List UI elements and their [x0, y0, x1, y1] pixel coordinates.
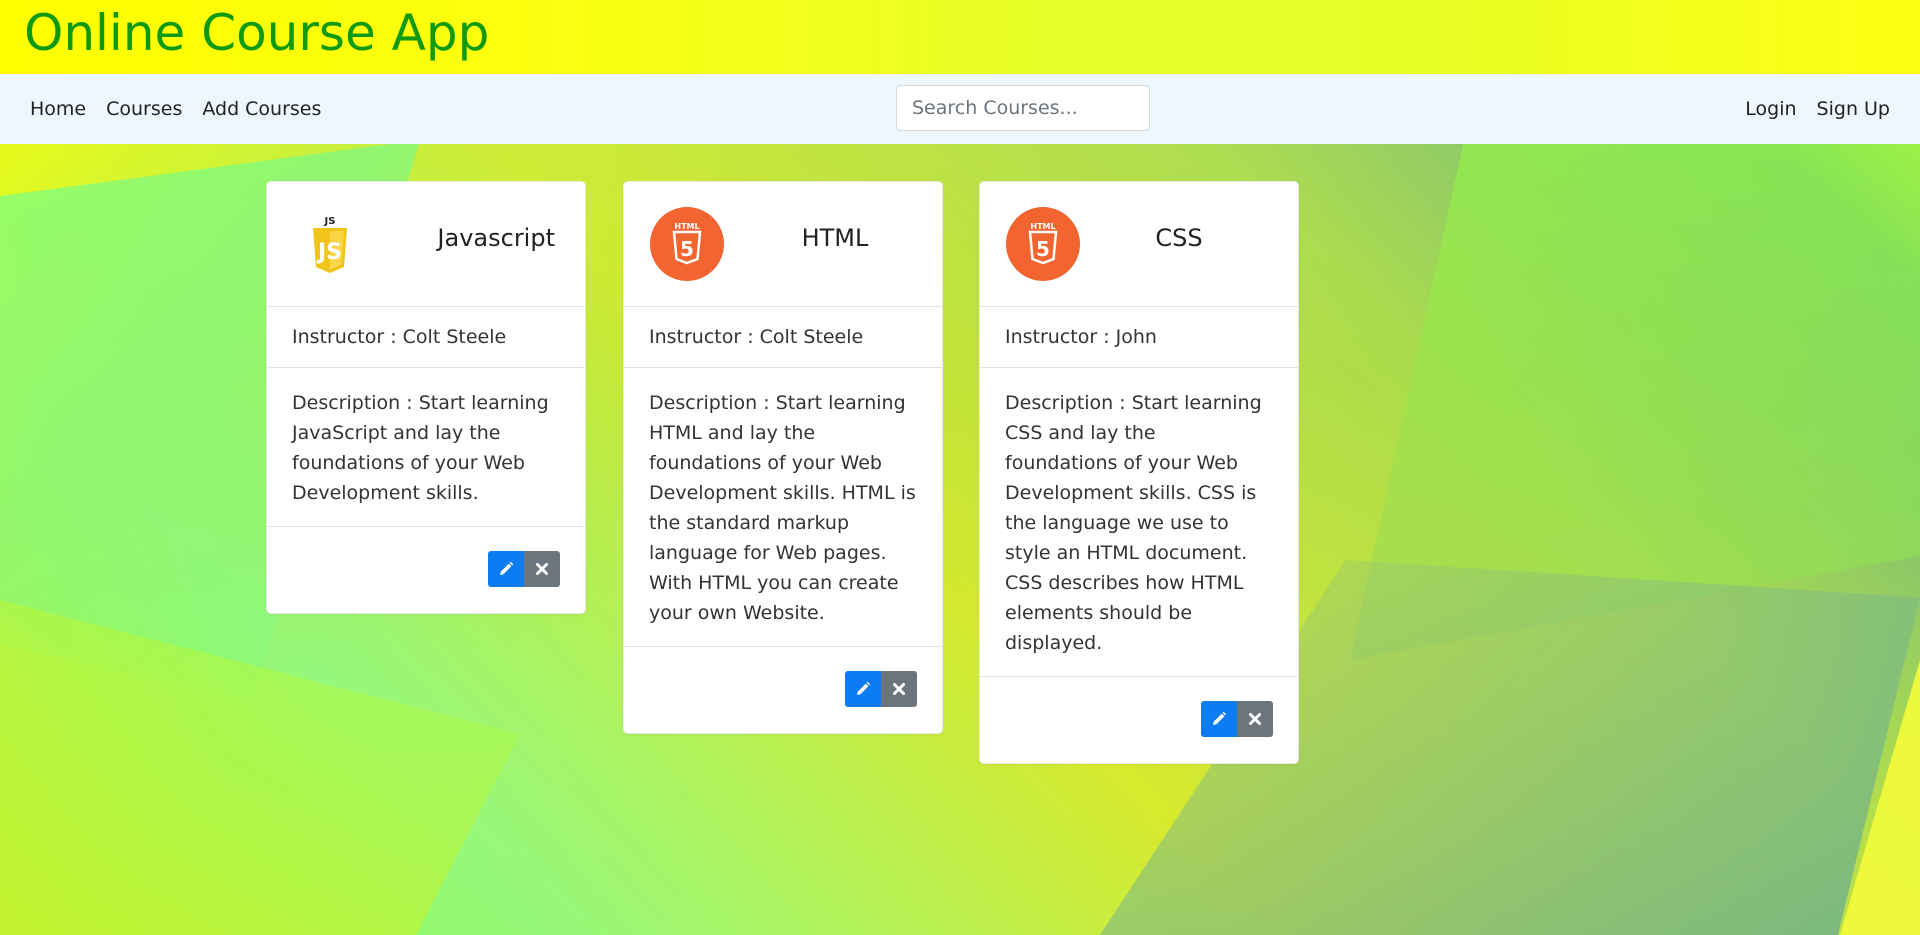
course-title: Javascript: [437, 224, 555, 252]
svg-text:JS: JS: [324, 216, 336, 227]
close-icon: [536, 563, 548, 575]
nav-link-login[interactable]: Login: [1745, 98, 1796, 120]
navbar: Home Courses Add Courses Login Sign Up: [0, 74, 1920, 144]
card-footer: [267, 527, 585, 613]
javascript-logo-icon: JS JS: [313, 216, 347, 273]
edit-button[interactable]: [488, 551, 524, 587]
delete-button[interactable]: [524, 551, 560, 587]
app-header: Online Course App: [0, 0, 1920, 74]
card-header: HTML 5 HTML: [624, 182, 942, 307]
pencil-icon: [500, 561, 514, 575]
nav-link-home[interactable]: Home: [30, 98, 86, 120]
nav-link-add-courses[interactable]: Add Courses: [202, 98, 321, 120]
nav-right-links: Login Sign Up: [1745, 74, 1890, 144]
course-instructor: Instructor : Colt Steele: [624, 307, 942, 368]
svg-text:HTML: HTML: [674, 222, 699, 231]
svg-text:5: 5: [1036, 237, 1050, 261]
delete-button[interactable]: [881, 671, 917, 707]
svg-text:5: 5: [680, 237, 694, 261]
close-icon: [893, 683, 905, 695]
close-icon: [1249, 713, 1261, 725]
course-title: HTML: [801, 224, 869, 252]
card-footer: [980, 677, 1298, 763]
course-card-html: HTML 5 HTML Instructor : Colt Steele Des…: [623, 181, 943, 734]
search-input[interactable]: [896, 85, 1150, 131]
svg-text:JS: JS: [316, 240, 342, 265]
course-title: CSS: [1155, 224, 1203, 252]
course-instructor: Instructor : John: [980, 307, 1298, 368]
svg-text:HTML: HTML: [1030, 222, 1055, 231]
delete-button[interactable]: [1237, 701, 1273, 737]
app-title: Online Course App: [24, 4, 490, 62]
background-shape: [1840, 660, 1920, 935]
card-actions: [488, 551, 560, 587]
card-actions: [845, 671, 917, 707]
edit-button[interactable]: [1201, 701, 1237, 737]
card-actions: [1201, 701, 1273, 737]
card-header: JS JS Javascript: [267, 182, 585, 307]
course-description: Description : Start learning CSS and lay…: [980, 368, 1298, 677]
edit-button[interactable]: [845, 671, 881, 707]
card-footer: [624, 647, 942, 733]
course-card-css: HTML 5 CSS Instructor : John Description…: [979, 181, 1299, 764]
course-instructor: Instructor : Colt Steele: [267, 307, 585, 368]
html5-logo-icon: HTML 5: [650, 207, 724, 281]
nav-link-sign-up[interactable]: Sign Up: [1817, 98, 1890, 120]
course-description: Description : Start learning JavaScript …: [267, 368, 585, 527]
background-shape: [1350, 140, 1920, 660]
course-card-javascript: JS JS Javascript Instructor : Colt Steel…: [266, 181, 586, 614]
pencil-icon: [857, 681, 871, 695]
background-shape: [0, 600, 520, 935]
course-description: Description : Start learning HTML and la…: [624, 368, 942, 647]
nav-left-links: Home Courses Add Courses: [30, 74, 321, 144]
nav-link-courses[interactable]: Courses: [106, 98, 182, 120]
html5-logo-icon: HTML 5: [1006, 207, 1080, 281]
pencil-icon: [1213, 711, 1227, 725]
card-header: HTML 5 CSS: [980, 182, 1298, 307]
